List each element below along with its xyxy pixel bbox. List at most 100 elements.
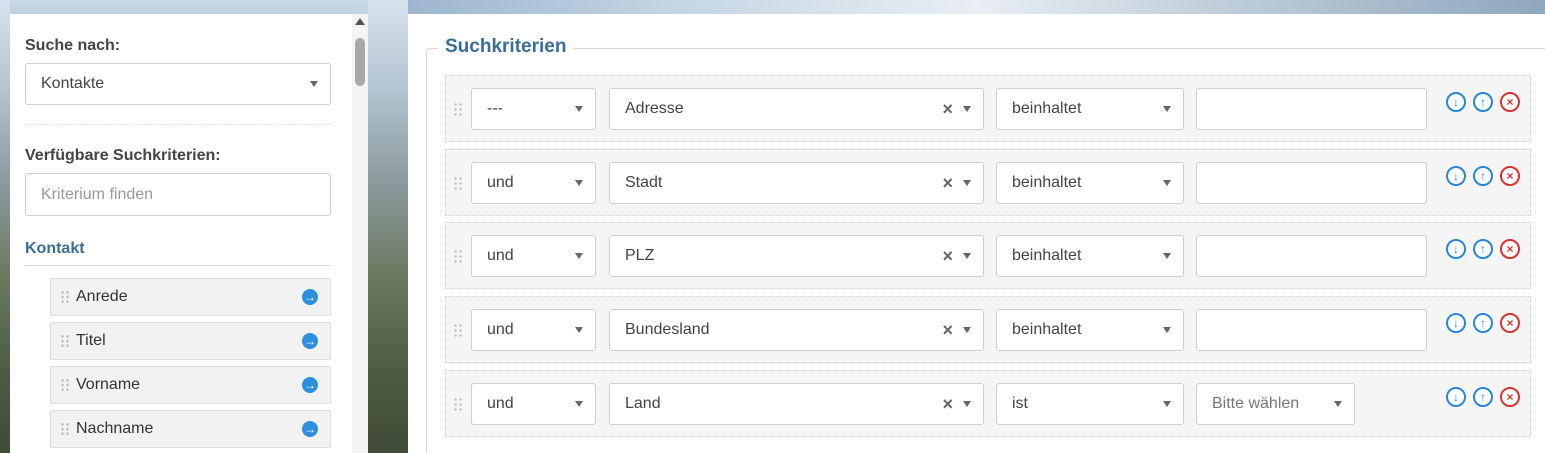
field-item-vorname[interactable]: Vorname → [50, 366, 331, 404]
move-down-icon[interactable]: ↓ [1446, 166, 1466, 186]
conjunction-select[interactable]: und [471, 235, 596, 277]
clear-icon[interactable]: × [942, 99, 953, 120]
move-down-icon[interactable]: ↓ [1446, 92, 1466, 112]
available-criteria-label: Verfügbare Suchkriterien: [25, 147, 221, 164]
criteria-row: und PLZ × beinhaltet ↓ ↑ × [445, 222, 1531, 289]
field-select[interactable]: Adresse × [609, 88, 984, 130]
move-up-icon[interactable]: ↑ [1473, 313, 1493, 333]
drag-handle-icon[interactable] [453, 249, 463, 265]
move-up-icon[interactable]: ↑ [1473, 387, 1493, 407]
field-value: Land [625, 395, 661, 412]
move-up-icon[interactable]: ↑ [1473, 166, 1493, 186]
value-select[interactable]: Bitte wählen [1196, 383, 1355, 425]
field-select[interactable]: PLZ × [609, 235, 984, 277]
chevron-down-icon [575, 106, 583, 112]
move-down-icon[interactable]: ↓ [1446, 239, 1466, 259]
remove-icon[interactable]: × [1500, 313, 1520, 333]
clear-icon[interactable]: × [942, 173, 953, 194]
operator-value: beinhaltet [1012, 174, 1082, 191]
field-item-titel[interactable]: Titel → [50, 322, 331, 360]
search-entity-value: Kontakte [41, 75, 105, 92]
value-input[interactable] [1196, 162, 1427, 204]
value-select-placeholder: Bitte wählen [1212, 395, 1300, 412]
operator-select[interactable]: beinhaltet [996, 88, 1184, 130]
drag-handle-icon[interactable] [60, 334, 70, 348]
arrow-right-icon[interactable]: → [302, 289, 318, 305]
chevron-down-icon [575, 253, 583, 259]
drag-handle-icon[interactable] [60, 378, 70, 392]
chevron-down-icon [1334, 401, 1342, 407]
arrow-right-icon[interactable]: → [302, 421, 318, 437]
field-item-label: Nachname [76, 420, 154, 437]
field-item-nachname[interactable]: Nachname → [50, 410, 331, 448]
field-item-label: Vorname [76, 376, 141, 393]
chevron-down-icon [1163, 253, 1171, 259]
move-down-icon[interactable]: ↓ [1446, 387, 1466, 407]
remove-icon[interactable]: × [1500, 166, 1520, 186]
conjunction-value: und [487, 395, 514, 412]
move-down-icon[interactable]: ↓ [1446, 313, 1466, 333]
value-input[interactable] [1196, 309, 1427, 351]
chevron-down-icon [575, 401, 583, 407]
move-up-icon[interactable]: ↑ [1473, 92, 1493, 112]
arrow-right-icon[interactable]: → [302, 333, 318, 349]
field-select[interactable]: Bundesland × [609, 309, 984, 351]
conjunction-value: --- [487, 100, 503, 117]
operator-select[interactable]: beinhaltet [996, 309, 1184, 351]
conjunction-select[interactable]: und [471, 383, 596, 425]
background-scenery-middle [368, 0, 408, 453]
drag-handle-icon[interactable] [453, 102, 463, 118]
conjunction-select[interactable]: und [471, 309, 596, 351]
remove-icon[interactable]: × [1500, 239, 1520, 259]
operator-select[interactable]: beinhaltet [996, 235, 1184, 277]
operator-value: beinhaltet [1012, 247, 1082, 264]
move-up-icon[interactable]: ↑ [1473, 239, 1493, 259]
conjunction-select[interactable]: und [471, 162, 596, 204]
search-entity-select[interactable]: Kontakte [25, 63, 331, 105]
drag-handle-icon[interactable] [453, 397, 463, 413]
remove-icon[interactable]: × [1500, 92, 1520, 112]
value-input[interactable] [1196, 88, 1427, 130]
clear-icon[interactable]: × [942, 320, 953, 341]
criteria-search-input[interactable] [25, 173, 331, 216]
left-panel: Suche nach: Kontakte Verfügbare Suchkrit… [10, 14, 368, 453]
background-scenery-top [408, 0, 1545, 14]
criteria-row: und Land × ist Bitte wählen ↓ ↑ × [445, 370, 1531, 437]
field-value: Bundesland [625, 321, 710, 338]
clear-icon[interactable]: × [942, 394, 953, 415]
field-value: Adresse [625, 100, 684, 117]
chevron-down-icon [1163, 327, 1171, 333]
operator-select[interactable]: beinhaltet [996, 162, 1184, 204]
criteria-legend: Suchkriterien [438, 36, 574, 58]
scrollbar[interactable] [352, 14, 368, 453]
drag-handle-icon[interactable] [60, 422, 70, 436]
conjunction-select[interactable]: --- [471, 88, 596, 130]
operator-value: beinhaltet [1012, 321, 1082, 338]
field-select[interactable]: Land × [609, 383, 984, 425]
clear-icon[interactable]: × [942, 246, 953, 267]
field-value: PLZ [625, 247, 655, 264]
divider [25, 124, 331, 125]
chevron-down-icon [575, 180, 583, 186]
criteria-row: und Bundesland × beinhaltet ↓ ↑ × [445, 296, 1531, 363]
search-criteria-panel: Suchkriterien --- Adresse × beinhaltet ↓… [408, 14, 1545, 453]
arrow-right-icon[interactable]: → [302, 377, 318, 393]
conjunction-value: und [487, 247, 514, 264]
field-item-label: Titel [76, 332, 106, 349]
chevron-down-icon [963, 106, 971, 112]
drag-handle-icon[interactable] [453, 323, 463, 339]
drag-handle-icon[interactable] [60, 290, 70, 304]
field-item-anrede[interactable]: Anrede → [50, 278, 331, 316]
scroll-up-arrow-icon[interactable] [355, 18, 365, 25]
scrollbar-thumb[interactable] [355, 38, 365, 86]
chevron-down-icon [1163, 180, 1171, 186]
remove-icon[interactable]: × [1500, 387, 1520, 407]
background-scenery-left [0, 0, 10, 453]
value-input[interactable] [1196, 235, 1427, 277]
field-select[interactable]: Stadt × [609, 162, 984, 204]
section-divider [25, 265, 331, 266]
criteria-row: und Stadt × beinhaltet ↓ ↑ × [445, 149, 1531, 216]
chevron-down-icon [963, 253, 971, 259]
operator-select[interactable]: ist [996, 383, 1184, 425]
drag-handle-icon[interactable] [453, 176, 463, 192]
